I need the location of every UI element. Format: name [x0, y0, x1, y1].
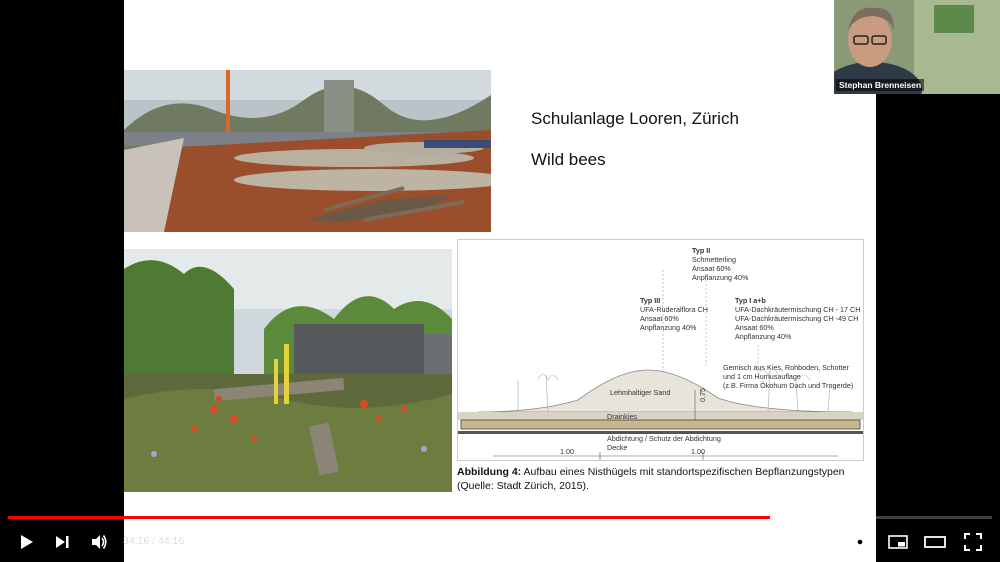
time-display: 34:16 / 44:16: [123, 535, 184, 547]
dimension-label: 1.00: [560, 447, 574, 456]
dimension-label: 1.00: [691, 447, 705, 456]
miniplayer-button[interactable]: [886, 530, 910, 554]
progress-bar[interactable]: [8, 516, 992, 519]
wildflower-photo: [124, 249, 452, 492]
player-controls: 34:16 / 44:16 CC: [0, 516, 1000, 562]
next-button[interactable]: [50, 530, 74, 554]
slide-title: Schulanlage Looren, Zürich: [531, 109, 739, 128]
miniplayer-icon: [888, 535, 908, 549]
duration: 44:16: [158, 535, 185, 547]
speaker-webcam: Stephan Brenneisen: [834, 0, 1000, 94]
volume-icon: [92, 535, 107, 549]
time-separator: /: [149, 535, 159, 547]
current-time: 34:16: [123, 535, 150, 547]
sand-label: Lehmhaltiger Sand: [610, 388, 671, 397]
play-icon: [21, 535, 33, 549]
drain-label: Drainkies: [607, 412, 637, 421]
played-bar: [8, 516, 770, 519]
play-button[interactable]: [14, 530, 38, 554]
captions-icon: CC: [812, 535, 832, 549]
gear-icon: [852, 534, 868, 550]
fullscreen-button[interactable]: [961, 530, 985, 554]
nesting-mound-diagram: Typ II Schmetterling Ansaat 60% Anpflanz…: [457, 239, 864, 461]
presentation-slide: Schulanlage Looren, Zürich Wild bees Typ…: [124, 0, 876, 562]
seal-label: Abdichtung / Schutz der Abdichtung: [607, 434, 721, 443]
deck-label: Decke: [607, 443, 628, 452]
figure-caption: Abbildung 4: Aufbau eines Nisthügels mit…: [457, 465, 867, 493]
theater-icon: [924, 536, 946, 548]
caption-text: Aufbau eines Nisthügels mit standortspez…: [521, 466, 845, 478]
height-label: 0.75: [698, 388, 707, 402]
caption-source: (Quelle: Stadt Zürich, 2015).: [457, 480, 589, 492]
next-icon: [56, 536, 69, 548]
svg-text:CC: CC: [817, 541, 827, 548]
slide-subtitle: Wild bees: [531, 150, 606, 169]
captions-button[interactable]: CC: [810, 530, 834, 554]
caption-label: Abbildung 4:: [457, 466, 522, 478]
settings-button[interactable]: [848, 530, 872, 554]
volume-button[interactable]: [87, 530, 111, 554]
roof-photo-top: [124, 70, 491, 232]
speaker-name: Stephan Brenneisen: [836, 79, 925, 91]
theater-button[interactable]: [923, 530, 947, 554]
fullscreen-icon: [964, 533, 982, 551]
